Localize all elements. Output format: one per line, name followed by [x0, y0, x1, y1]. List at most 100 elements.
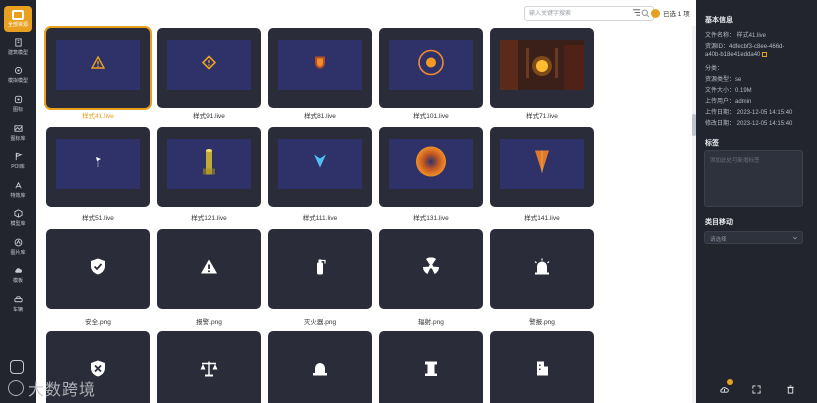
app-window: 全部资源 建筑模型 模拟模型 图标 图标库 POI库 特效库 模型库 图片库 模… [0, 0, 817, 403]
upload-badge [727, 379, 733, 385]
card-preview [278, 40, 362, 90]
selected-count-text: 已选 1 项 [663, 11, 690, 18]
chevron-down-icon [792, 236, 798, 240]
flag-icon [15, 152, 23, 161]
resource-card[interactable] [157, 331, 261, 403]
pillar-icon [424, 361, 438, 382]
resource-card-label: 样式131.live [413, 215, 449, 222]
resource-card[interactable] [46, 229, 150, 309]
resource-card[interactable] [268, 28, 372, 108]
resource-card[interactable] [379, 28, 483, 108]
fullscreen-icon [751, 384, 761, 394]
car-icon [13, 296, 23, 303]
resource-id-line2: a40b-b18e41edda40 [705, 52, 768, 58]
building-icon [14, 38, 22, 47]
file-size: 文件大小：0.19M [705, 88, 752, 94]
tags-box [704, 150, 803, 207]
orange-cone-icon [533, 149, 551, 180]
tags-input[interactable] [705, 151, 802, 206]
folder-icon [12, 10, 24, 20]
card-preview [167, 40, 251, 90]
resource-type: 资源类型：se [705, 77, 742, 83]
resource-id-line1: 资源ID：4dfecbf3-c8ee-466d- [705, 44, 785, 50]
resource-card[interactable] [46, 28, 150, 108]
orange-sphere-icon [414, 145, 448, 184]
extinguisher-icon [314, 258, 326, 281]
all-resources-button[interactable]: 全部资源 [4, 6, 32, 32]
search-icon[interactable] [641, 9, 650, 18]
collapse-sidebar-icon[interactable] [10, 360, 24, 374]
small-pin-icon [93, 155, 103, 173]
resource-card[interactable] [490, 331, 594, 403]
sidebar-item-label: 特效库 [10, 193, 26, 199]
resource-card-label: 安全.png [85, 319, 111, 326]
copy-icon[interactable] [762, 52, 768, 57]
tags-title: 标签 [705, 140, 719, 147]
sidebar-item-effects[interactable]: 特效库 [0, 181, 36, 203]
sidebar-item-model-library[interactable]: 模型库 [0, 209, 36, 231]
resource-card-label: 样式71.live [526, 113, 558, 120]
resource-card[interactable] [490, 28, 594, 108]
resource-card-label: 样式101.live [413, 113, 449, 120]
image-icon [14, 238, 22, 247]
upload-button[interactable] [716, 379, 733, 397]
uploader: 上传用户：admin [705, 99, 752, 105]
basic-info-title: 基本信息 [705, 17, 733, 24]
sidebar-item-label: 图片库 [10, 250, 26, 256]
watermark-logo-icon [8, 380, 24, 396]
gallery-icon [13, 125, 23, 132]
all-resources-label: 全部资源 [7, 22, 28, 28]
resource-card[interactable] [379, 331, 483, 403]
modify-date: 修改日期： 2023-12-05 14:15:40 [705, 121, 793, 127]
sort-icon[interactable] [632, 8, 641, 17]
cube-icon [13, 209, 23, 218]
top-bar: 已选 1 项 [36, 0, 696, 26]
icon-library-icon [14, 95, 22, 104]
category-move-title: 类目移动 [705, 219, 733, 226]
selected-dot-icon [651, 8, 660, 18]
category: 分类： [705, 66, 724, 72]
resource-card[interactable] [157, 127, 261, 207]
sidebar-item-label: 模板 [12, 278, 23, 284]
model-icon [14, 66, 22, 75]
siren-icon [533, 258, 551, 280]
search-input[interactable] [529, 8, 637, 19]
sidebar-item-label: 图标 [12, 107, 23, 113]
yellow-cylinder-icon [202, 147, 216, 182]
shield-glow-icon [313, 55, 327, 76]
category-select[interactable]: 请选择 [704, 231, 803, 244]
resource-card[interactable] [379, 229, 483, 309]
delete-button[interactable] [782, 381, 798, 397]
category-select-value: 请选择 [710, 237, 727, 243]
building-icon [535, 361, 549, 382]
siren-small-icon [312, 361, 328, 381]
file-name: 文件名称： 样式41.live [705, 33, 767, 39]
sidebar-item-image-library[interactable]: 图片库 [0, 238, 36, 260]
resource-card[interactable] [490, 127, 594, 207]
sidebar-item-building-models[interactable]: 建筑模型 [0, 38, 36, 60]
sidebar-item-label: 模拟模型 [7, 78, 28, 84]
sidebar-item-templates[interactable]: 模板 [0, 266, 36, 288]
sidebar-item-sim-models[interactable]: 模拟模型 [0, 66, 36, 88]
resource-card[interactable] [268, 229, 372, 309]
resource-card[interactable] [490, 229, 594, 309]
resource-card[interactable] [379, 127, 483, 207]
resource-card[interactable] [157, 229, 261, 309]
scale-icon [200, 361, 218, 382]
resource-card[interactable] [46, 127, 150, 207]
watermark: 大数跨境 [8, 376, 96, 400]
resource-card[interactable] [268, 331, 372, 403]
fullscreen-button[interactable] [748, 381, 764, 397]
detail-panel: 基本信息 文件名称： 样式41.live 资源ID：4dfecbf3-c8ee-… [696, 0, 817, 403]
sidebar-item-vehicles[interactable]: 车辆 [0, 295, 36, 317]
resource-card-label: 样式81.live [304, 113, 336, 120]
blue-arrow-icon [313, 154, 327, 175]
sidebar-item-gallery[interactable]: 图标库 [0, 124, 36, 146]
card-preview [56, 139, 140, 189]
resource-card[interactable] [268, 127, 372, 207]
resource-card-label: 样式51.live [82, 215, 114, 222]
sidebar-item-icons[interactable]: 图标 [0, 95, 36, 117]
resource-card-label: 灭火器.png [303, 319, 337, 326]
resource-card[interactable] [157, 28, 261, 108]
sidebar-item-poi[interactable]: POI库 [0, 152, 36, 174]
